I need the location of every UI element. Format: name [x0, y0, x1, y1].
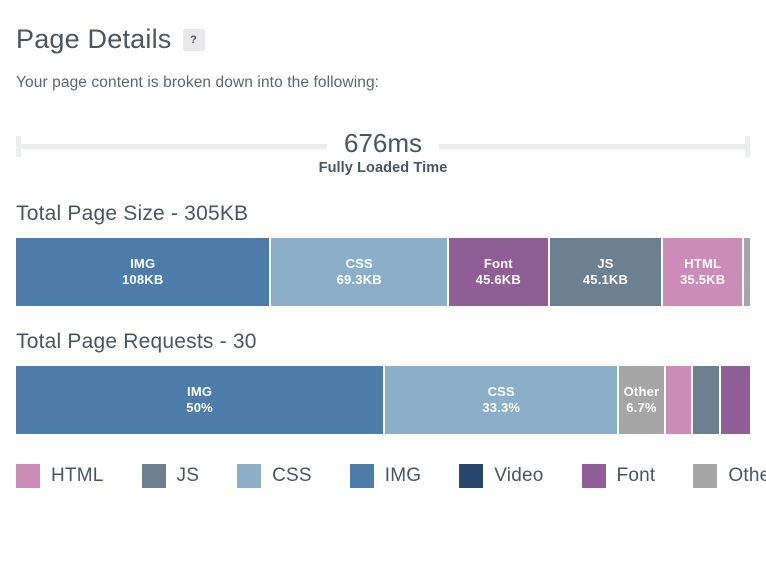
- page-requests-segment-font[interactable]: [721, 366, 750, 434]
- page-size-segment-css[interactable]: CSS 69.3KB: [271, 238, 450, 306]
- segment-value: 35.5KB: [680, 272, 726, 287]
- page-size-segment-other[interactable]: [744, 238, 750, 306]
- legend-label: HTML: [51, 465, 104, 486]
- legend-swatch-icon: [459, 464, 484, 488]
- legend-item-html[interactable]: HTML: [16, 464, 104, 488]
- legend-swatch-icon: [237, 464, 262, 488]
- segment-name: JS: [597, 256, 614, 271]
- total-page-size-section: Total Page Size - 305KB IMG 108KB CSS 69.3K…: [16, 202, 750, 306]
- legend-label: Font: [616, 465, 656, 486]
- segment-name: HTML: [684, 256, 722, 271]
- segment-value: 50%: [186, 400, 213, 415]
- legend-item-other[interactable]: Other: [693, 464, 766, 488]
- page-title: Page Details: [16, 24, 172, 54]
- legend-label: Other: [728, 465, 766, 486]
- legend-item-css[interactable]: CSS: [237, 464, 312, 488]
- segment-name: IMG: [130, 256, 156, 271]
- legend-swatch-icon: [16, 464, 40, 488]
- page-details-panel: Page Details ? Your page content is brok…: [0, 0, 766, 584]
- load-time-label: Fully Loaded Time: [318, 160, 448, 176]
- total-page-requests-section: Total Page Requests - 30 IMG 50% CSS 33.3% O…: [16, 330, 750, 434]
- legend-label: IMG: [384, 465, 422, 486]
- legend-item-js[interactable]: JS: [141, 464, 200, 488]
- page-subtitle: Your page content is broken down into th…: [16, 74, 380, 91]
- segment-value: 6.7%: [626, 400, 657, 415]
- legend-item-font[interactable]: Font: [581, 464, 656, 488]
- page-size-segment-img[interactable]: IMG 108KB: [16, 238, 272, 306]
- page-size-segment-html[interactable]: HTML 35.5KB: [663, 238, 745, 306]
- legend-label: CSS: [272, 465, 312, 486]
- segment-value: 108KB: [121, 272, 164, 287]
- legend-label: Video: [494, 465, 544, 486]
- legend-item-video[interactable]: Video: [459, 464, 543, 488]
- page-requests-segment-html[interactable]: [665, 366, 694, 434]
- chart-legend: HTML JS CSS IMG Video Font Other: [16, 464, 766, 488]
- segment-value: 33.3%: [482, 400, 521, 415]
- load-time-value: 676ms: [326, 124, 440, 162]
- segment-name: IMG: [187, 384, 213, 399]
- segment-value: 69.3KB: [336, 272, 382, 287]
- page-requests-stacked-bar: IMG 50% CSS 33.3% Other 6.7%: [16, 366, 750, 434]
- help-icon[interactable]: ?: [182, 28, 205, 51]
- fully-loaded-time-block: 676ms Fully Loaded Time: [16, 124, 750, 178]
- page-size-stacked-bar: IMG 108KB CSS 69.3KB Font 45.6KB JS 45.1KB HTML 3…: [16, 238, 750, 306]
- total-page-requests-heading: Total Page Requests - 30: [16, 330, 257, 353]
- header: Page Details ?: [16, 0, 750, 53]
- load-time-value-wrap: 676ms: [16, 124, 750, 162]
- page-requests-segment-other[interactable]: Other 6.7%: [619, 366, 666, 434]
- legend-label: JS: [176, 465, 200, 486]
- page-requests-segment-css[interactable]: CSS 33.3%: [385, 366, 620, 434]
- legend-swatch-icon: [349, 464, 374, 488]
- page-size-segment-js[interactable]: JS 45.1KB: [549, 238, 664, 306]
- legend-swatch-icon: [581, 464, 606, 488]
- segment-value: 45.6KB: [475, 272, 521, 287]
- page-size-segment-font[interactable]: Font 45.6KB: [449, 238, 550, 306]
- segment-name: CSS: [345, 256, 373, 271]
- page-requests-segment-js[interactable]: [693, 366, 722, 434]
- total-page-size-heading: Total Page Size - 305KB: [16, 202, 249, 225]
- segment-name: Other: [623, 384, 660, 399]
- legend-swatch-icon: [141, 464, 166, 488]
- legend-swatch-icon: [693, 464, 718, 488]
- segment-name: CSS: [487, 384, 515, 399]
- segment-name: Font: [483, 256, 513, 271]
- page-requests-segment-img[interactable]: IMG 50%: [16, 366, 386, 434]
- legend-item-img[interactable]: IMG: [349, 464, 422, 488]
- segment-value: 45.1KB: [582, 272, 629, 287]
